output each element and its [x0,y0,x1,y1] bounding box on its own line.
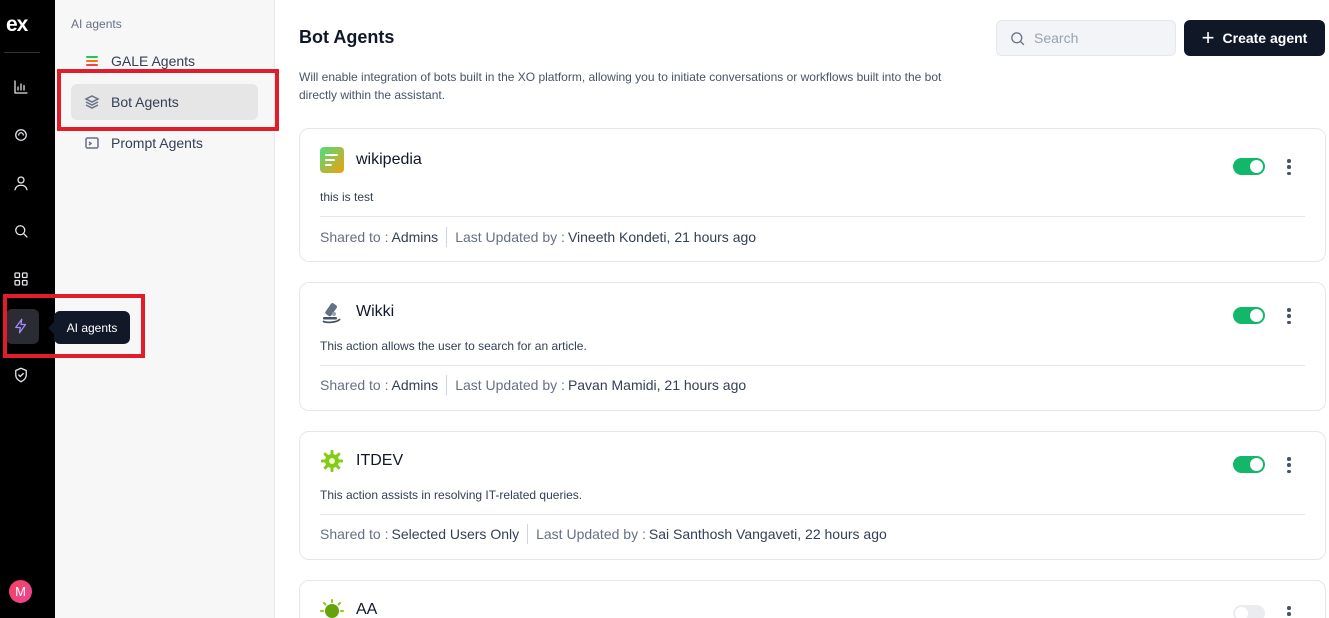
sidebar-item-bot-agents[interactable]: Bot Agents [71,84,258,120]
shared-to-value: Admins [391,229,439,245]
search-icon[interactable] [9,219,33,243]
agent-toggle[interactable] [1233,456,1265,473]
gale-icon [83,52,101,70]
agent-card-wikki[interactable]: Wikki This action allows the user to sea… [299,282,1326,411]
shared-to-label: Shared to : [320,229,389,245]
agent-name: wikipedia [356,151,422,168]
layers-icon [83,93,101,111]
sidebar-item-prompt-agents[interactable]: Prompt Agents [71,125,258,161]
main-content: Bot Agents Will enable integration of bo… [275,0,1329,618]
agent-name: ITDEV [356,452,404,469]
agent-card-wikipedia[interactable]: wikipedia this is test Shared to : Admin… [299,128,1326,262]
page-title: Bot Agents [299,27,395,47]
app-logo[interactable]: ex [6,13,40,39]
agent-description: this is test [320,190,374,204]
agent-toggle[interactable] [1233,307,1265,324]
plus-icon: + [1201,25,1215,50]
lightning-icon [9,314,33,338]
meta-separator [527,524,529,544]
grid-icon[interactable] [9,267,33,291]
last-updated-value: Vineeth Kondeti, 21 hours ago [567,229,757,245]
meta-separator [446,375,448,395]
agent-meta: Shared to : Selected Users Only Last Upd… [320,524,887,544]
gear-icon [320,447,344,475]
last-updated-label: Last Updated by : [455,377,565,393]
agent-card-aa[interactable]: AA [299,580,1326,618]
shield-icon[interactable] [9,363,33,387]
document-icon [320,146,344,174]
rail-divider [4,52,40,53]
terminal-icon [83,134,101,152]
ai-agents-tooltip: AI agents [48,311,130,344]
left-rail: ex M [0,0,55,618]
sidebar-section-title: AI agents [71,17,122,31]
search-box[interactable] [996,20,1176,56]
agent-meta: Shared to : Admins Last Updated by : Pav… [320,375,746,395]
meta-separator [446,227,448,247]
last-updated-value: Sai Santhosh Vangaveti, 22 hours ago [648,526,887,542]
agent-card-itdev[interactable]: ITDEV This action assists in resolving I… [299,431,1326,560]
analytics-icon[interactable] [9,75,33,99]
rail-item-ai-agents[interactable] [6,309,39,344]
last-updated-value: Pavan Mamidi, 21 hours ago [567,377,747,393]
card-divider [320,216,1305,217]
search-input[interactable] [1034,30,1164,46]
more-options-icon[interactable] [1283,156,1295,178]
sidebar-item-label: GALE Agents [111,53,196,69]
sidebar-item-gale-agents[interactable]: GALE Agents [71,43,258,79]
more-options-icon[interactable] [1283,305,1295,327]
last-updated-label: Last Updated by : [536,526,646,542]
create-agent-label: Create agent [1222,30,1308,46]
more-options-icon[interactable] [1283,603,1295,618]
shared-to-value: Selected Users Only [391,526,520,542]
sidebar-item-label: Bot Agents [111,94,179,110]
last-updated-label: Last Updated by : [455,229,565,245]
card-divider [320,514,1305,515]
sun-icon [320,597,344,618]
sidebar-item-label: Prompt Agents [111,135,203,151]
page-description: Will enable integration of bots built in… [299,70,942,102]
card-divider [320,365,1305,366]
user-icon[interactable] [9,171,33,195]
agent-description: This action allows the user to search fo… [320,339,587,353]
create-agent-button[interactable]: + Create agent [1184,20,1325,56]
avatar[interactable]: M [9,580,32,603]
agent-toggle[interactable] [1233,158,1265,175]
shared-to-value: Admins [391,377,439,393]
shared-to-label: Shared to : [320,377,389,393]
agent-name: Wikki [356,303,395,320]
circle-icon[interactable] [9,123,33,147]
agent-toggle[interactable] [1233,605,1265,618]
more-options-icon[interactable] [1283,454,1295,476]
shared-to-label: Shared to : [320,526,389,542]
agent-meta: Shared to : Admins Last Updated by : Vin… [320,227,756,247]
search-icon [1011,31,1025,45]
agent-name: AA [356,601,378,618]
microscope-icon [320,298,344,326]
agent-description: This action assists in resolving IT-rela… [320,488,583,502]
secondary-sidebar: AI agents GALE Agents Bot Agents Prompt … [55,0,275,618]
